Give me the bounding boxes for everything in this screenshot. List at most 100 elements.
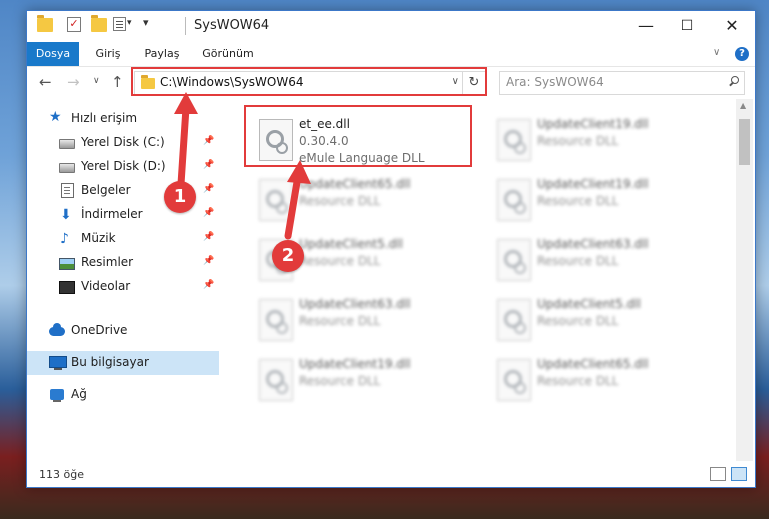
file-description: Resource DLL	[537, 314, 619, 328]
sidebar-item-this-pc[interactable]: Bu bilgisayar	[27, 351, 219, 375]
details-view-icon[interactable]	[710, 467, 726, 481]
file-name: UpdateClient19.dll	[299, 357, 411, 371]
search-box[interactable]	[499, 71, 745, 95]
tab-view[interactable]: Görünüm	[199, 42, 257, 66]
sidebar-item-music[interactable]: ♪ Müzik 📌	[27, 227, 219, 251]
file-item[interactable]: UpdateClient65.dll Resource DLL	[247, 171, 477, 227]
star-icon: ★	[49, 109, 62, 125]
file-item[interactable]: UpdateClient19.dll Resource DLL	[485, 111, 715, 167]
properties-dropdown-icon[interactable]: ▾	[127, 18, 132, 28]
network-icon	[50, 389, 64, 402]
toolbar-separator	[185, 17, 186, 35]
pin-icon: 📌	[203, 136, 215, 146]
recent-locations-icon[interactable]: ∨	[93, 76, 100, 86]
file-item[interactable]: UpdateClient65.dll Resource DLL	[485, 351, 715, 407]
item-count: 113 öğe	[39, 468, 84, 481]
file-name: UpdateClient5.dll	[299, 237, 403, 251]
minimize-button[interactable]: —	[623, 11, 669, 42]
sidebar-item-quick-access[interactable]: ★ Hızlı erişim	[27, 107, 219, 131]
sidebar-item-disk-c[interactable]: Yerel Disk (C:) 📌	[27, 131, 219, 155]
close-button[interactable]: ✕	[709, 11, 755, 42]
large-icons-view-icon[interactable]	[731, 467, 747, 481]
sidebar-item-disk-d[interactable]: Yerel Disk (D:) 📌	[27, 155, 219, 179]
tab-file[interactable]: Dosya	[27, 42, 79, 66]
file-highlight-box	[244, 105, 472, 167]
dll-file-icon	[497, 299, 531, 341]
title-bar: ✓ ▾ ▾ SysWOW64 — ☐ ✕	[27, 11, 755, 42]
file-description: Resource DLL	[299, 254, 381, 268]
properties-icon[interactable]	[113, 17, 126, 31]
file-name: UpdateClient19.dll	[537, 177, 649, 191]
file-name: UpdateClient65.dll	[299, 177, 411, 191]
file-description: Resource DLL	[299, 314, 381, 328]
pin-icon: 📌	[203, 208, 215, 218]
dll-file-icon	[259, 359, 293, 401]
search-input[interactable]	[506, 74, 716, 90]
window-title: SysWOW64	[194, 18, 270, 33]
pictures-icon	[59, 258, 75, 270]
file-name: UpdateClient63.dll	[299, 297, 411, 311]
navigation-pane: ★ Hızlı erişim Yerel Disk (C:) 📌 Yerel D…	[27, 99, 219, 461]
callout-step-2: 2	[272, 240, 304, 272]
sidebar-item-pictures[interactable]: Resimler 📌	[27, 251, 219, 275]
music-icon: ♪	[60, 231, 69, 247]
folder-icon[interactable]	[37, 15, 53, 32]
customize-toolbar-icon[interactable]: ▾	[143, 16, 149, 29]
sidebar-item-network[interactable]: Ağ	[27, 383, 219, 407]
address-highlight-box	[131, 67, 487, 96]
videos-icon	[59, 281, 75, 294]
dll-file-icon	[259, 179, 293, 221]
computer-icon	[49, 356, 67, 370]
file-item[interactable]: UpdateClient19.dll Resource DLL	[485, 171, 715, 227]
file-name: UpdateClient5.dll	[537, 297, 641, 311]
file-name: UpdateClient63.dll	[537, 237, 649, 251]
new-folder-icon[interactable]	[91, 15, 107, 32]
forward-arrow-icon[interactable]: →	[67, 73, 80, 91]
sidebar-item-videos[interactable]: Videolar 📌	[27, 275, 219, 299]
file-name: UpdateClient65.dll	[537, 357, 649, 371]
ribbon-tabs: Dosya Giriş Paylaş Görünüm ∨ ?	[27, 42, 755, 67]
disk-icon	[59, 163, 75, 173]
file-item[interactable]: UpdateClient63.dll Resource DLL	[485, 231, 715, 287]
sidebar-item-label: Belgeler	[81, 183, 131, 197]
sidebar-item-onedrive[interactable]: OneDrive	[27, 319, 219, 343]
help-icon[interactable]: ?	[735, 47, 749, 61]
vertical-scrollbar[interactable]: ▲	[736, 99, 753, 461]
tab-share[interactable]: Paylaş	[139, 42, 185, 66]
scroll-thumb[interactable]	[739, 119, 750, 165]
cloud-icon	[49, 323, 65, 336]
pin-icon: 📌	[203, 160, 215, 170]
sidebar-item-label: Resimler	[81, 255, 134, 269]
expand-ribbon-icon[interactable]: ∨	[713, 47, 720, 58]
scroll-up-icon[interactable]: ▲	[740, 101, 746, 110]
pin-icon: 📌	[203, 280, 215, 290]
dll-file-icon	[497, 119, 531, 161]
dll-file-icon	[497, 239, 531, 281]
sidebar-item-label: Ağ	[71, 387, 87, 401]
file-item[interactable]: UpdateClient63.dll Resource DLL	[247, 291, 477, 347]
up-arrow-icon[interactable]: ↑	[111, 73, 124, 91]
dll-file-icon	[259, 299, 293, 341]
file-description: Resource DLL	[537, 254, 619, 268]
sidebar-item-label: Müzik	[81, 231, 116, 245]
sidebar-item-label: Yerel Disk (D:)	[81, 159, 166, 173]
documents-icon	[61, 183, 74, 198]
file-item[interactable]: UpdateClient19.dll Resource DLL	[247, 351, 477, 407]
tab-home[interactable]: Giriş	[89, 42, 127, 66]
sidebar-item-label: Bu bilgisayar	[71, 355, 149, 369]
download-icon: ⬇	[60, 207, 72, 223]
file-description: Resource DLL	[299, 194, 381, 208]
file-description: Resource DLL	[537, 194, 619, 208]
file-description: Resource DLL	[299, 374, 381, 388]
sidebar-item-label: İndirmeler	[81, 207, 143, 221]
pin-icon: 📌	[203, 232, 215, 242]
back-arrow-icon[interactable]: ←	[39, 73, 52, 91]
search-icon[interactable]	[729, 76, 739, 85]
disk-icon	[59, 139, 75, 149]
file-description: Resource DLL	[537, 374, 619, 388]
file-item[interactable]: UpdateClient5.dll Resource DLL	[485, 291, 715, 347]
file-description: Resource DLL	[537, 134, 619, 148]
maximize-button[interactable]: ☐	[664, 11, 710, 42]
file-name: UpdateClient19.dll	[537, 117, 649, 131]
properties-check-icon[interactable]: ✓	[67, 17, 81, 32]
